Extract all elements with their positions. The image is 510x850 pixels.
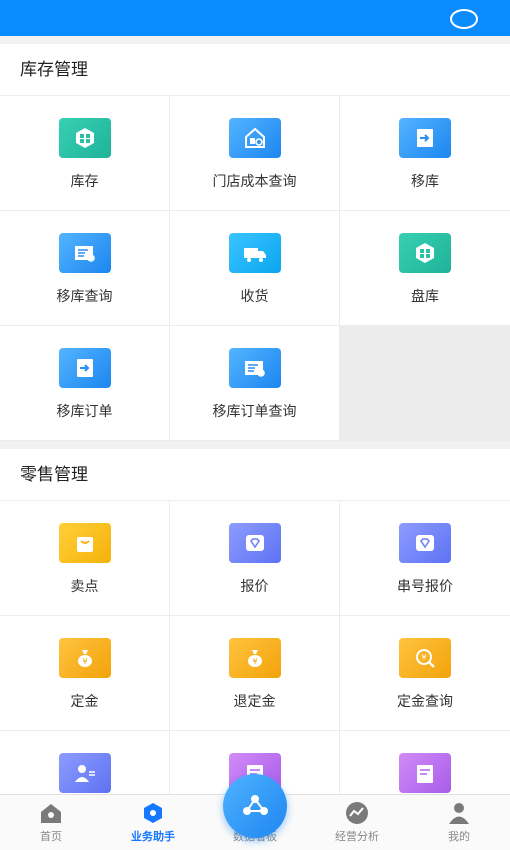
menu-item-label: 定金查询 <box>397 694 453 710</box>
svg-text:¥: ¥ <box>252 657 257 666</box>
inventory-check-icon <box>399 233 451 273</box>
data-dashboard-fab[interactable] <box>223 774 287 838</box>
menu-item-label: 卖点 <box>70 579 99 595</box>
transfer-search-icon <box>58 233 111 273</box>
menu-item-serial-quote[interactable]: 串号报价 <box>340 501 510 616</box>
menu-item-transfer-order-query[interactable]: 移库订单查询 <box>170 326 340 441</box>
menu-item-clipboard-check[interactable] <box>340 731 510 794</box>
menu-item-label: 收货 <box>240 289 269 305</box>
menu-grid: 库存 门店成本查询 移库 移库查询 收货 盘库 移库订单 移库订单查询 <box>0 96 510 441</box>
tag-icon <box>140 801 166 825</box>
status-bar <box>0 0 510 36</box>
menu-item-stocktaking[interactable]: 盘库 <box>340 211 510 326</box>
transfer-order-search-icon <box>228 348 281 388</box>
store-cost-icon <box>228 118 281 158</box>
box-icon <box>58 118 111 158</box>
menu-item-label: 移库查询 <box>56 289 113 305</box>
menu-grid: 卖点 报价 串号报价 ¥ 定金 ¥ 退定金 ¥ 定金查询 <box>0 501 510 794</box>
menu-item-label: 移库订单 <box>56 404 113 420</box>
menu-item-label: 库存 <box>70 174 99 190</box>
menu-item-inventory[interactable]: 库存 <box>0 96 170 211</box>
svg-text:¥: ¥ <box>82 657 87 666</box>
menu-item-transfer-query[interactable]: 移库查询 <box>0 211 170 326</box>
menu-item-transfer[interactable]: 移库 <box>340 96 510 211</box>
menu-item-label: 移库 <box>411 174 439 190</box>
menu-item-receiving[interactable]: 收货 <box>170 211 340 326</box>
menu-item-label: 报价 <box>240 579 269 595</box>
section-retail: 零售管理 卖点 报价 串号报价 ¥ 定金 ¥ 退定金 ¥ 定金查询 <box>0 449 510 794</box>
section-title: 零售管理 <box>0 449 510 501</box>
share-nodes-icon <box>243 795 268 815</box>
menu-item-selling-point[interactable]: 卖点 <box>0 501 170 616</box>
menu-item-deposit-query[interactable]: ¥ 定金查询 <box>340 616 510 731</box>
diamond-tag-icon <box>228 523 281 563</box>
menu-item-label: 移库订单查询 <box>212 404 297 420</box>
menu-item-label: 定金 <box>70 694 99 710</box>
section-inventory: 库存管理 库存 门店成本查询 移库 移库查询 收货 盘库 移库订单 移库订单查询 <box>0 44 510 441</box>
truck-icon <box>228 233 281 273</box>
home-icon <box>38 801 64 825</box>
menu-item-label: 退定金 <box>233 694 276 710</box>
section-title: 库存管理 <box>0 44 510 96</box>
menu-item-quote[interactable]: 报价 <box>170 501 340 616</box>
menu-item-label: 串号报价 <box>397 579 453 595</box>
tab-business-analysis[interactable]: 经营分析 <box>306 795 408 850</box>
svg-text:¥: ¥ <box>421 653 426 662</box>
deposit-search-icon: ¥ <box>399 638 451 678</box>
money-bag-icon: ¥ <box>58 638 111 678</box>
tab-label: 首页 <box>40 830 62 843</box>
trend-icon <box>344 801 370 825</box>
menu-item-cashier[interactable] <box>0 731 170 794</box>
clipboard-check-icon <box>399 753 451 793</box>
menu-item-deposit[interactable]: ¥ 定金 <box>0 616 170 731</box>
tab-label: 业务助手 <box>131 830 175 843</box>
tab-business-assistant[interactable]: 业务助手 <box>102 795 204 850</box>
menu-item-refund-deposit[interactable]: ¥ 退定金 <box>170 616 340 731</box>
menu-item-label: 门店成本查询 <box>212 174 297 190</box>
cashier-user-icon <box>58 753 111 793</box>
serial-quote-icon <box>399 523 451 563</box>
tab-label: 经营分析 <box>335 830 379 843</box>
tab-label: 我的 <box>448 830 470 843</box>
main-scroll[interactable]: 库存管理 库存 门店成本查询 移库 移库查询 收货 盘库 移库订单 移库订单查询… <box>0 44 510 794</box>
refund-money-bag-icon: ¥ <box>228 638 281 678</box>
transfer-icon <box>399 118 451 158</box>
tab-mine[interactable]: 我的 <box>408 795 510 850</box>
shopping-bag-icon <box>58 523 111 563</box>
tab-home[interactable]: 首页 <box>0 795 102 850</box>
menu-item-store-cost-query[interactable]: 门店成本查询 <box>170 96 340 211</box>
empty-cell <box>340 326 510 441</box>
transfer-order-icon <box>58 348 111 388</box>
status-circle-icon <box>450 9 478 29</box>
menu-item-transfer-order[interactable]: 移库订单 <box>0 326 170 441</box>
menu-item-label: 盘库 <box>411 289 439 305</box>
user-icon <box>446 801 472 825</box>
